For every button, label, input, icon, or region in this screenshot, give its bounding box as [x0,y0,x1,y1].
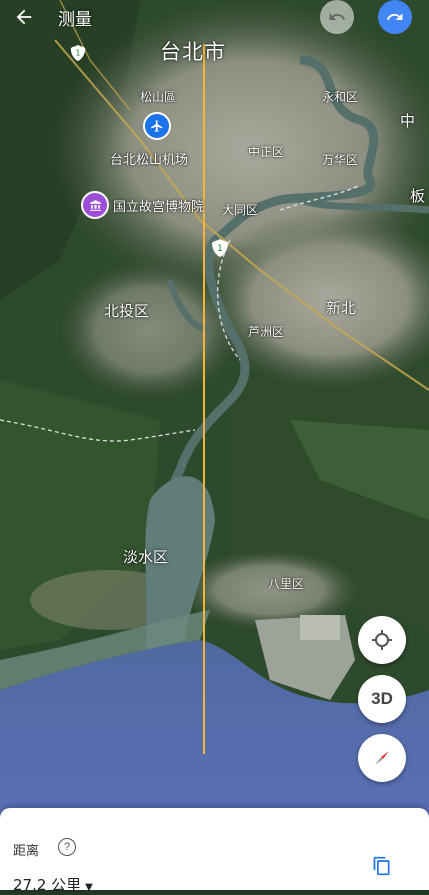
label-bali: 八里区 [268,577,305,591]
help-icon[interactable]: ? [58,838,76,856]
svg-text:1: 1 [75,48,80,58]
label-xinbei: 新北 [326,299,357,317]
svg-text:1: 1 [217,244,223,254]
back-arrow-icon [16,9,32,25]
distance-value-dropdown[interactable]: 27.2 公里 ▼ [13,874,93,895]
copy-button[interactable] [372,856,392,876]
copy-icon [373,856,390,876]
top-bar: 测量 [0,0,429,36]
my-location-button[interactable] [358,616,406,664]
label-yonghe: 永和区 [322,90,359,104]
highway-shield-icon: 1 [210,238,230,258]
label-beitou: 北投区 [104,302,150,320]
label-wanhua: 万华区 [322,153,359,167]
undo-icon [329,13,346,20]
highway-shield-icon: 1 [69,44,87,62]
label-songshan: 松山區 [140,90,177,104]
airport-icon[interactable] [143,112,171,140]
three-d-button[interactable]: 3D [358,675,406,723]
back-button[interactable] [10,4,38,30]
measurement-panel: 距离 ? 27.2 公里 ▼ [0,808,429,894]
label-danshui: 淡水区 [123,548,169,566]
distance-value: 27.2 公里 [13,876,82,894]
distance-label: 距离 [13,844,40,859]
label-airport: 台北松山机场 [110,153,189,168]
label-ban-edge: 板 [410,187,426,205]
compass-button[interactable] [358,734,406,782]
museum-icon[interactable] [81,191,109,219]
label-zhongzheng: 中正区 [248,145,285,159]
compass-icon [375,751,389,765]
label-zhong-edge: 中 [400,112,416,130]
label-luzhou: 芦洲区 [248,325,285,339]
redo-button[interactable] [378,0,412,34]
label-museum: 国立故宫博物院 [113,200,205,215]
undo-button[interactable] [320,0,354,34]
label-taipei: 台北市 [160,40,226,64]
label-datong: 大同区 [222,203,259,217]
page-title: 测量 [58,10,92,30]
dropdown-caret-icon: ▼ [85,882,93,893]
redo-icon [386,13,403,20]
my-location-icon [372,630,392,650]
